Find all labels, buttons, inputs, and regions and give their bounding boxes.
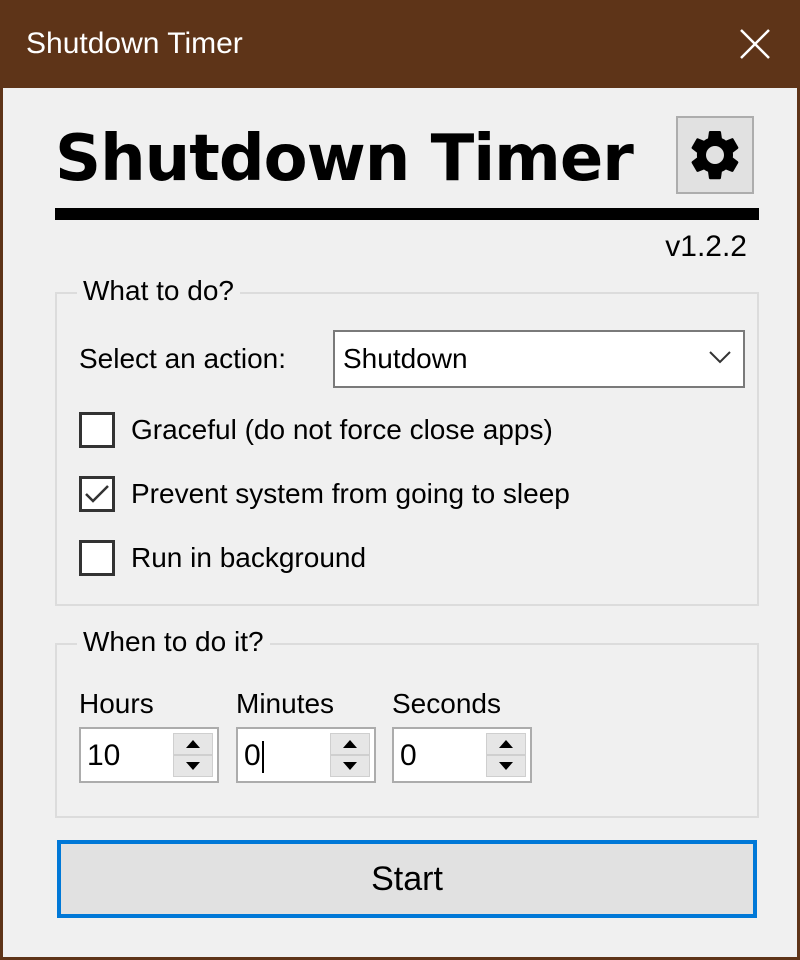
action-select[interactable]: Shutdown (333, 330, 745, 388)
close-button[interactable] (720, 16, 790, 72)
settings-button[interactable] (676, 116, 754, 194)
minutes-value-wrap: 0 (244, 738, 264, 774)
hours-spinner[interactable]: 10 (79, 727, 219, 783)
prevent-sleep-checkbox[interactable] (79, 476, 115, 512)
hours-value[interactable]: 10 (87, 738, 120, 774)
checkmark-icon (85, 485, 109, 503)
seconds-value[interactable]: 0 (400, 738, 417, 774)
arrow-up-icon (343, 740, 357, 748)
when-to-do-it-legend: When to do it? (77, 625, 270, 659)
graceful-checkbox-row[interactable]: Graceful (do not force close apps) (79, 412, 553, 448)
app-title: Shutdown Timer (55, 122, 634, 196)
window-client-area: Shutdown Timer v1.2.2 What to do? Select… (3, 88, 797, 957)
title-underline (55, 208, 759, 220)
minutes-spinner[interactable]: 0 (236, 727, 376, 783)
arrow-up-icon (499, 740, 513, 748)
what-to-do-group: What to do? Select an action: Shutdown G… (55, 274, 759, 606)
arrow-up-icon (186, 740, 200, 748)
arrow-down-icon (499, 762, 513, 770)
chevron-down-icon (709, 351, 731, 364)
minutes-label: Minutes (236, 688, 335, 719)
minutes-value[interactable]: 0 (244, 739, 261, 772)
run-background-checkbox-label: Run in background (131, 542, 367, 573)
hours-up-button[interactable] (173, 733, 213, 755)
what-to-do-legend: What to do? (77, 274, 240, 308)
action-select-value: Shutdown (343, 343, 468, 374)
seconds-label: Seconds (392, 688, 501, 719)
arrow-down-icon (186, 762, 200, 770)
prevent-sleep-checkbox-row[interactable]: Prevent system from going to sleep (79, 476, 570, 512)
hours-label: Hours (79, 688, 154, 719)
when-to-do-it-group: When to do it? Hours Minutes Seconds 10 … (55, 625, 759, 818)
seconds-up-button[interactable] (486, 733, 526, 755)
seconds-down-button[interactable] (486, 755, 526, 777)
run-background-checkbox[interactable] (79, 540, 115, 576)
gear-icon (691, 130, 739, 180)
start-button[interactable]: Start (57, 840, 757, 918)
text-caret (261, 741, 264, 774)
seconds-spinner[interactable]: 0 (392, 727, 532, 783)
close-icon (740, 29, 770, 59)
select-action-label: Select an action: (79, 343, 287, 374)
arrow-down-icon (343, 762, 357, 770)
minutes-up-button[interactable] (330, 733, 370, 755)
graceful-checkbox[interactable] (79, 412, 115, 448)
prevent-sleep-checkbox-label: Prevent system from going to sleep (131, 478, 570, 509)
run-background-checkbox-row[interactable]: Run in background (79, 540, 366, 576)
window-title: Shutdown Timer (26, 27, 243, 60)
minutes-down-button[interactable] (330, 755, 370, 777)
hours-down-button[interactable] (173, 755, 213, 777)
graceful-checkbox-label: Graceful (do not force close apps) (131, 414, 553, 445)
version-label: v1.2.2 (665, 230, 747, 263)
title-bar: Shutdown Timer (0, 0, 800, 88)
